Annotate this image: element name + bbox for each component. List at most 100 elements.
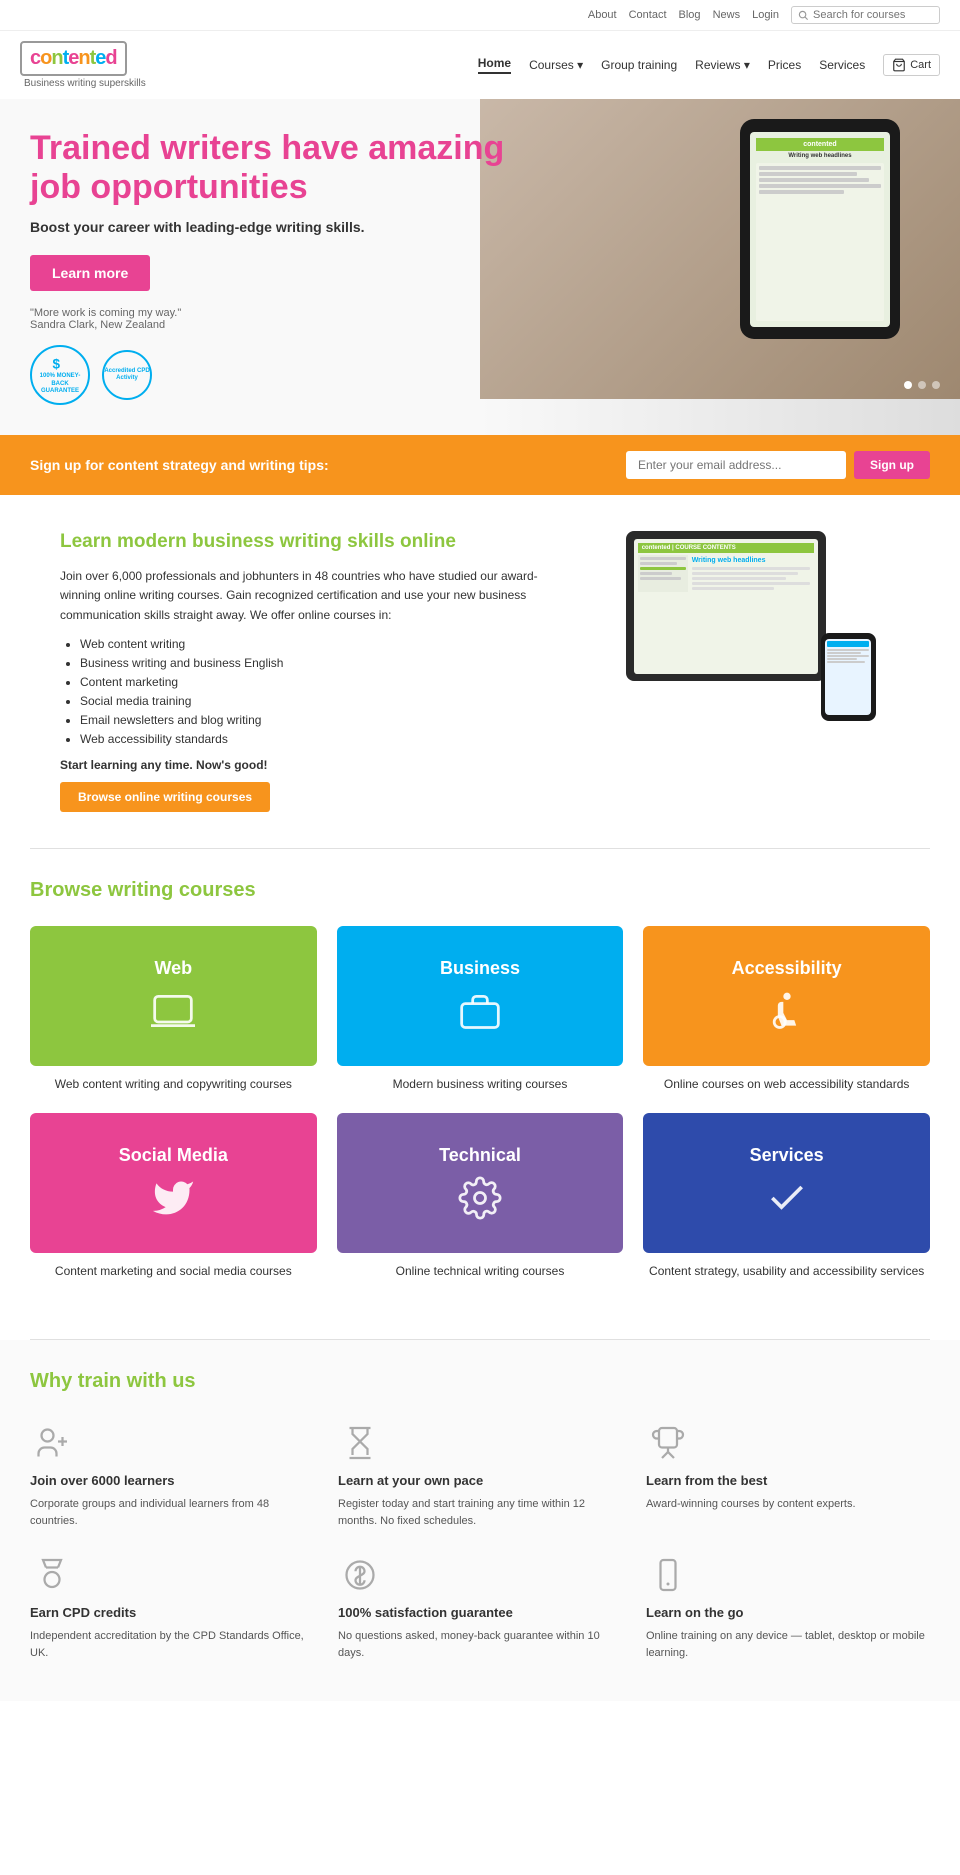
slide-dot-2[interactable] xyxy=(918,381,926,389)
learn-more-button[interactable]: Learn more xyxy=(30,255,150,291)
why-item-learners: Join over 6000 learners Corporate groups… xyxy=(30,1421,314,1529)
why-title-learners: Join over 6000 learners xyxy=(30,1473,175,1488)
why-title-go: Learn on the go xyxy=(646,1605,744,1620)
course-tile-social[interactable]: Social Media xyxy=(30,1113,317,1253)
why-item-go: Learn on the go Online training on any d… xyxy=(646,1553,930,1661)
wheelchair-icon xyxy=(765,989,809,1033)
learn-text: Learn modern business writing skills onl… xyxy=(60,531,561,812)
why-heading: Why train with us xyxy=(30,1370,930,1393)
course-label-social: Social Media xyxy=(119,1145,228,1166)
hero-slide-dots xyxy=(904,381,940,389)
nav-group-training[interactable]: Group training xyxy=(601,58,677,72)
search-box xyxy=(791,6,940,24)
blog-link[interactable]: Blog xyxy=(679,9,701,21)
course-desc-web: Web content writing and copywriting cour… xyxy=(55,1076,292,1093)
header: contented Business writing superskills H… xyxy=(0,31,960,99)
login-link[interactable]: Login xyxy=(752,9,779,21)
course-card-business: Business Modern business writing courses xyxy=(337,926,624,1093)
course-card-social: Social Media Content marketing and socia… xyxy=(30,1113,317,1280)
search-input[interactable] xyxy=(813,9,933,21)
checkmark-icon xyxy=(765,1176,809,1220)
course-desc-accessibility: Online courses on web accessibility stan… xyxy=(664,1076,909,1093)
course-tile-business[interactable]: Business xyxy=(337,926,624,1066)
browse-section: Browse writing courses Web Web content w… xyxy=(0,849,960,1340)
svg-text:$: $ xyxy=(53,357,61,372)
trophy-icon xyxy=(646,1421,690,1465)
why-desc-pace: Register today and start training any ti… xyxy=(338,1496,622,1529)
contact-link[interactable]: Contact xyxy=(629,9,667,21)
why-item-guarantee: 100% satisfaction guarantee No questions… xyxy=(338,1553,622,1661)
slide-dot-1[interactable] xyxy=(904,381,912,389)
hero-badges: $ 100% MONEY-BACK GUARANTEE Accredited C… xyxy=(30,345,504,405)
main-nav: Home Courses ▾ Group training Reviews ▾ … xyxy=(478,54,940,76)
hourglass-icon xyxy=(338,1421,382,1465)
why-desc-go: Online training on any device — tablet, … xyxy=(646,1628,930,1661)
course-card-services: Services Content strategy, usability and… xyxy=(643,1113,930,1280)
money-back-badge: $ 100% MONEY-BACK GUARANTEE xyxy=(30,345,90,405)
why-desc-learners: Corporate groups and individual learners… xyxy=(30,1496,314,1529)
signup-button[interactable]: Sign up xyxy=(854,451,930,479)
nav-services[interactable]: Services xyxy=(819,58,865,72)
why-item-best: Learn from the best Award-winning course… xyxy=(646,1421,930,1529)
bullet-content: Content marketing xyxy=(80,675,561,689)
quote-text: "More work is coming my way." xyxy=(30,307,504,319)
hero-section: Trained writers have amazing job opportu… xyxy=(0,99,960,435)
learn-body: Join over 6,000 professionals and jobhun… xyxy=(60,567,561,625)
cart-button[interactable]: Cart xyxy=(883,54,940,76)
bullet-accessibility: Web accessibility standards xyxy=(80,732,561,746)
person-add-icon xyxy=(30,1421,74,1465)
dollar-icon xyxy=(338,1553,382,1597)
course-tile-services[interactable]: Services xyxy=(643,1113,930,1253)
course-desc-social: Content marketing and social media cours… xyxy=(55,1263,292,1280)
why-title-pace: Learn at your own pace xyxy=(338,1473,483,1488)
nav-reviews[interactable]: Reviews ▾ xyxy=(695,58,750,72)
course-tile-web[interactable]: Web xyxy=(30,926,317,1066)
why-grid: Join over 6000 learners Corporate groups… xyxy=(30,1421,930,1661)
course-label-business: Business xyxy=(440,958,520,979)
nav-prices[interactable]: Prices xyxy=(768,58,801,72)
logo[interactable]: contented xyxy=(20,41,127,76)
course-label-services: Services xyxy=(750,1145,824,1166)
learn-cta-text: Start learning any time. Now's good! xyxy=(60,758,561,772)
slide-dot-3[interactable] xyxy=(932,381,940,389)
browse-heading: Browse writing courses xyxy=(30,879,930,902)
course-card-accessibility: Accessibility Online courses on web acce… xyxy=(643,926,930,1093)
course-card-web: Web Web content writing and copywriting … xyxy=(30,926,317,1093)
hero-heading: Trained writers have amazing job opportu… xyxy=(30,129,504,207)
course-tile-accessibility[interactable]: Accessibility xyxy=(643,926,930,1066)
about-link[interactable]: About xyxy=(588,9,617,21)
why-item-cpd: Earn CPD credits Independent accreditati… xyxy=(30,1553,314,1661)
twitter-icon xyxy=(151,1176,195,1220)
why-desc-guarantee: No questions asked, money-back guarantee… xyxy=(338,1628,622,1661)
cpd-badge: Accredited CPD Activity xyxy=(102,350,152,400)
course-card-technical: Technical Online technical writing cours… xyxy=(337,1113,624,1280)
courses-grid: Web Web content writing and copywriting … xyxy=(30,926,930,1280)
browse-courses-button[interactable]: Browse online writing courses xyxy=(60,782,270,812)
news-link[interactable]: News xyxy=(713,9,741,21)
device-content: Writing web headlines xyxy=(692,557,810,564)
why-title-best: Learn from the best xyxy=(646,1473,767,1488)
laptop-icon xyxy=(151,989,195,1033)
learn-bullets: Web content writing Business writing and… xyxy=(80,637,561,746)
why-title-guarantee: 100% satisfaction guarantee xyxy=(338,1605,513,1620)
gear-icon xyxy=(458,1176,502,1220)
bullet-email: Email newsletters and blog writing xyxy=(80,713,561,727)
course-label-web: Web xyxy=(154,958,192,979)
signup-bar: Sign up for content strategy and writing… xyxy=(0,435,960,495)
nav-home[interactable]: Home xyxy=(478,56,511,74)
learn-section: Learn modern business writing skills onl… xyxy=(0,495,960,848)
nav-courses[interactable]: Courses ▾ xyxy=(529,58,583,72)
why-section: Why train with us Join over 6000 learner… xyxy=(0,1340,960,1701)
medal-icon xyxy=(30,1553,74,1597)
course-tile-technical[interactable]: Technical xyxy=(337,1113,624,1253)
logo-tagline: Business writing superskills xyxy=(24,78,146,89)
top-bar: About Contact Blog News Login xyxy=(0,0,960,31)
signup-text: Sign up for content strategy and writing… xyxy=(30,457,329,473)
search-icon xyxy=(798,10,809,21)
why-desc-cpd: Independent accreditation by the CPD Sta… xyxy=(30,1628,314,1661)
cart-label: Cart xyxy=(910,59,931,71)
email-input[interactable] xyxy=(626,451,846,479)
course-label-accessibility: Accessibility xyxy=(732,958,842,979)
bullet-business: Business writing and business English xyxy=(80,656,561,670)
bullet-social: Social media training xyxy=(80,694,561,708)
